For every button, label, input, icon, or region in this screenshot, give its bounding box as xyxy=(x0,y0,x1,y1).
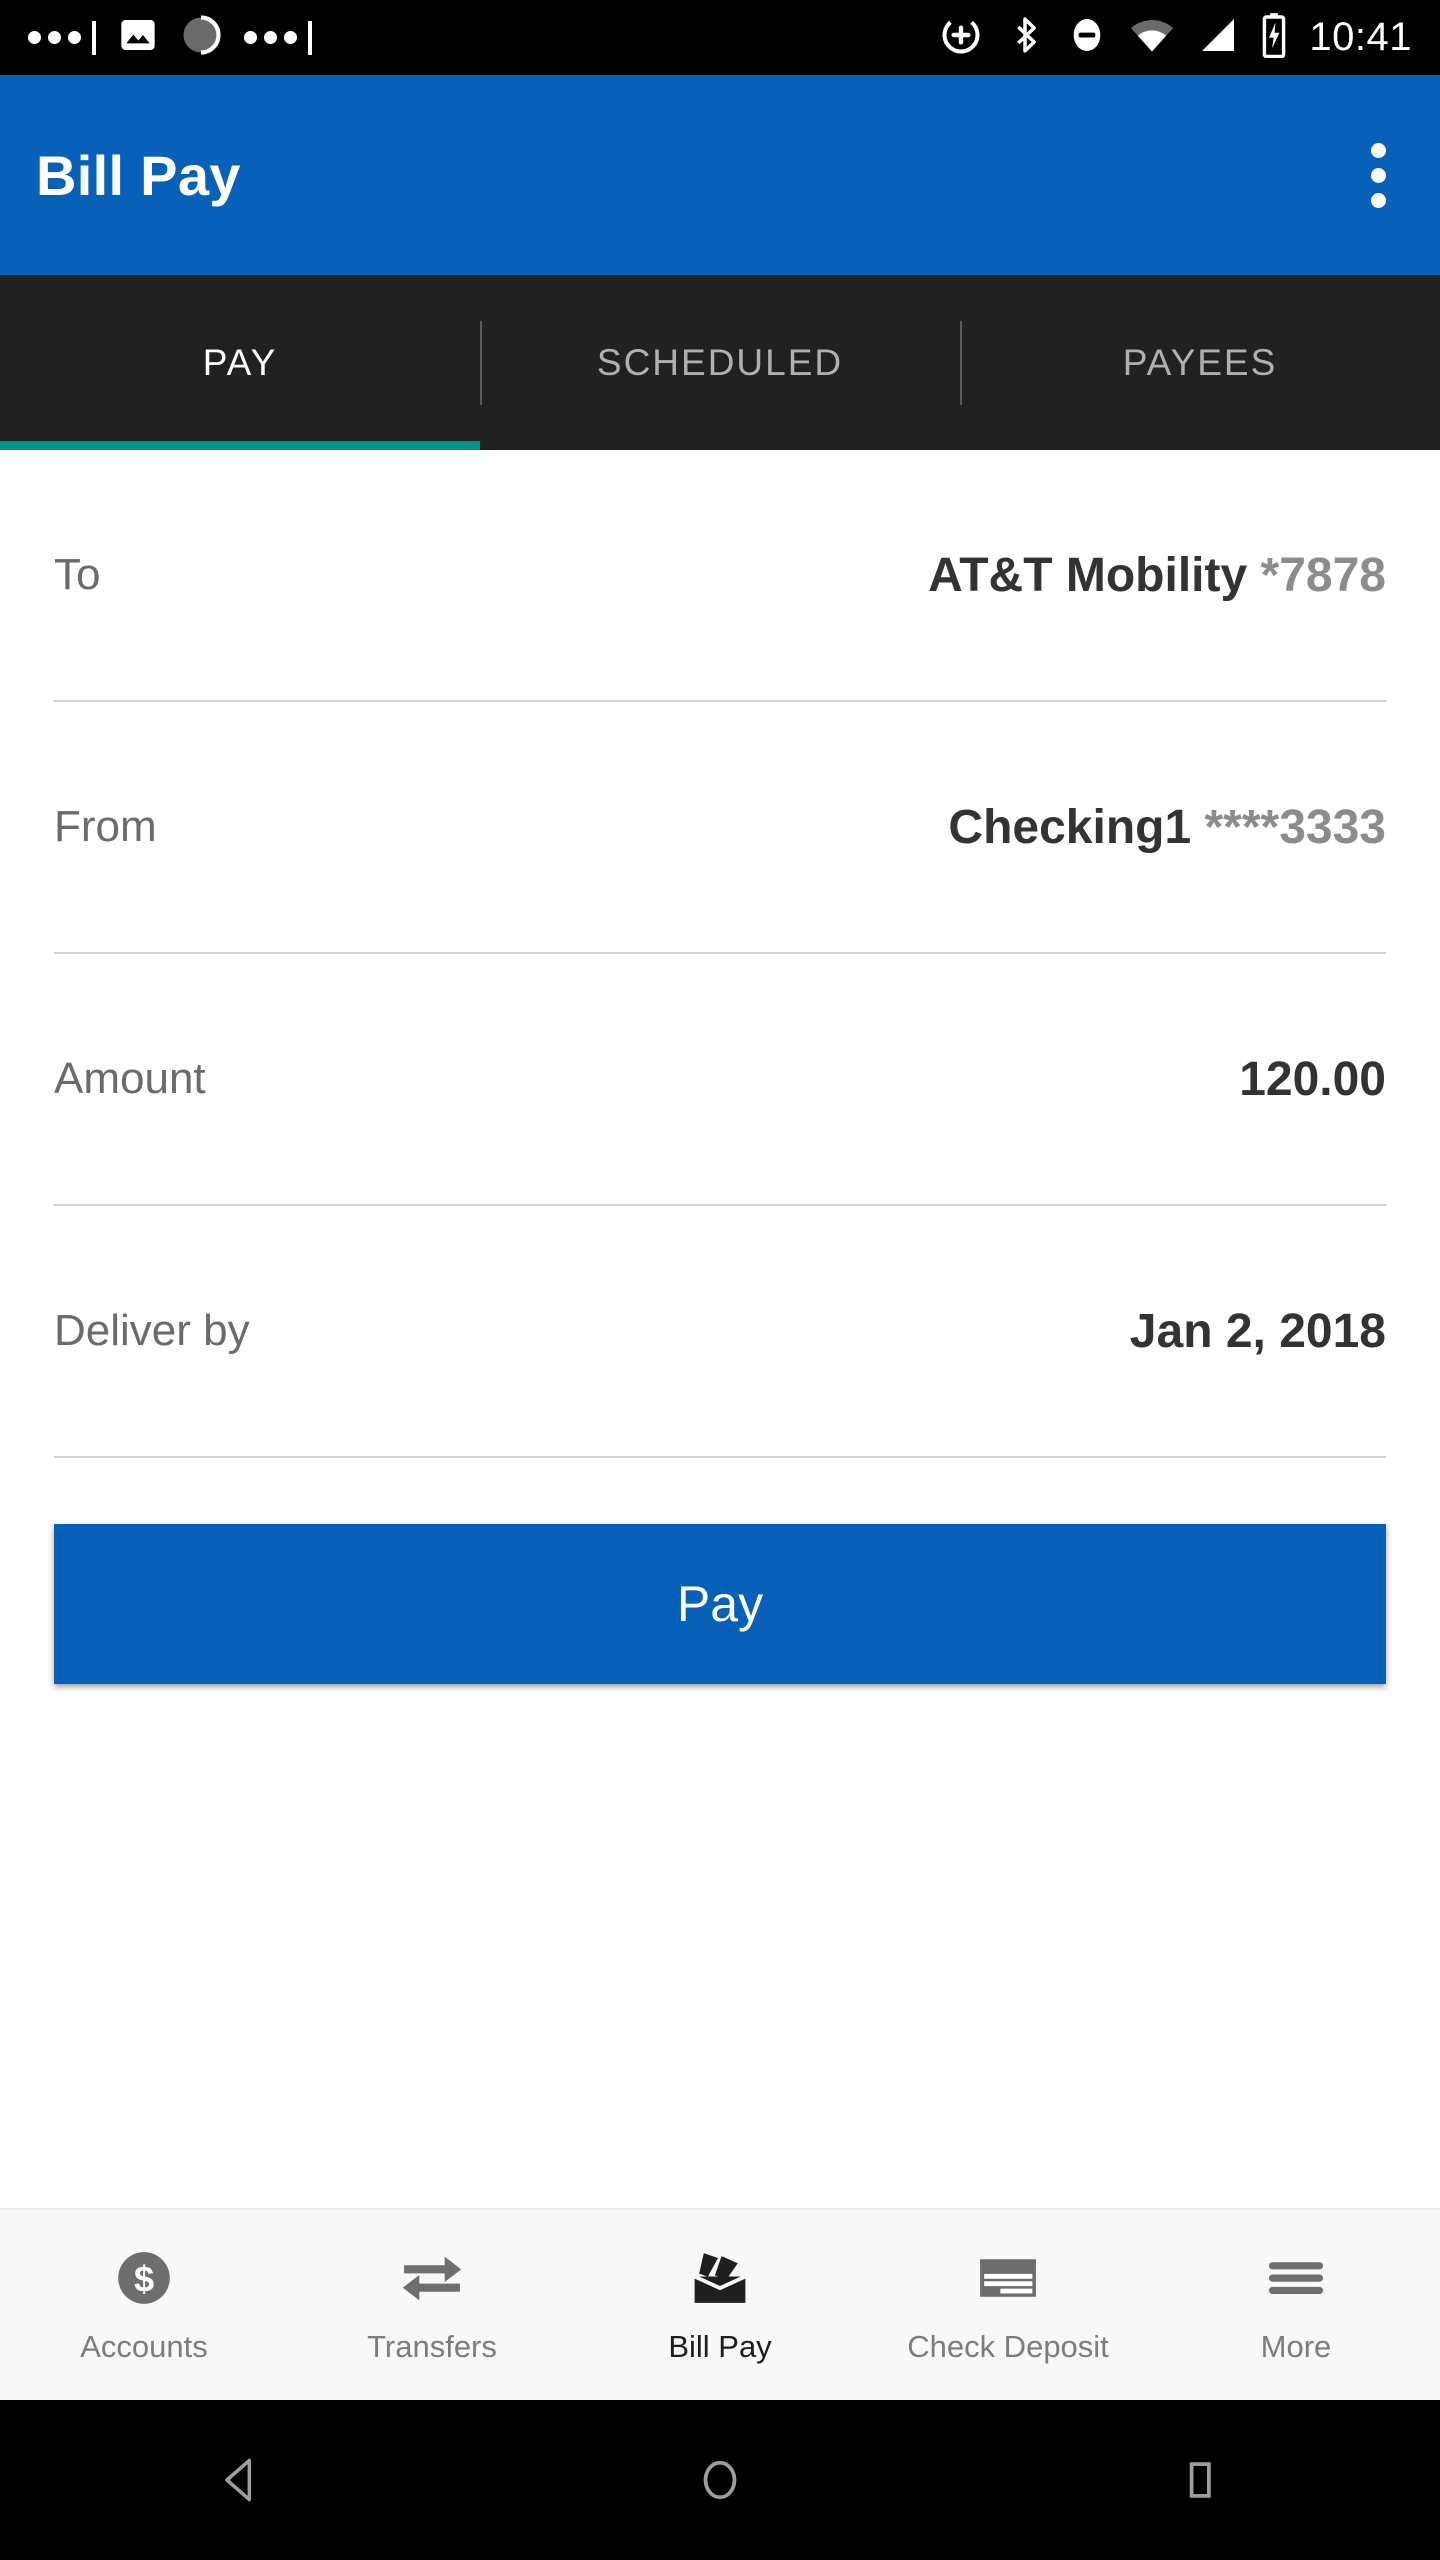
home-circle-icon[interactable] xyxy=(630,2452,810,2508)
row-value-from: Checking1 ****3333 xyxy=(948,800,1386,855)
add-alarm-icon xyxy=(939,13,983,62)
nav-item-bill-pay[interactable]: Bill Pay xyxy=(576,2210,864,2400)
tab-bar: PAY SCHEDULED PAYEES xyxy=(0,275,1440,450)
row-label-amount: Amount xyxy=(54,1054,206,1103)
nav-label-more: More xyxy=(1260,2329,1332,2364)
row-value-amount: 120.00 xyxy=(1239,1052,1386,1106)
bluetooth-icon xyxy=(1005,13,1045,62)
row-label-to: To xyxy=(54,550,101,599)
app-bar: Bill Pay xyxy=(0,75,1440,275)
source-account-name: Checking1 xyxy=(948,800,1192,854)
bottom-navigation: $ Accounts Transfers Bill Pay Check Depo… xyxy=(0,2208,1440,2400)
payee-account-suffix: *7878 xyxy=(1260,548,1386,602)
bill-tray-icon xyxy=(687,2245,753,2311)
more-dots-icon xyxy=(28,20,96,55)
status-bar-left-icons xyxy=(28,14,312,61)
transfer-arrows-icon xyxy=(399,2245,465,2311)
back-triangle-icon[interactable] xyxy=(150,2452,330,2508)
do-not-disturb-icon xyxy=(1067,13,1107,62)
payee-name: AT&T Mobility xyxy=(928,548,1248,602)
row-label-deliver-by: Deliver by xyxy=(54,1306,250,1355)
status-bar-clock: 10:41 xyxy=(1309,15,1412,59)
status-bar-right-icons: 10:41 xyxy=(939,12,1412,63)
source-account-suffix: ****3333 xyxy=(1204,800,1387,854)
nav-item-check-deposit[interactable]: Check Deposit xyxy=(864,2210,1152,2400)
nav-label-check-deposit: Check Deposit xyxy=(907,2329,1109,2364)
svg-text:$: $ xyxy=(134,2258,154,2299)
form-row-to[interactable]: To AT&T Mobility *7878 xyxy=(54,450,1386,702)
check-icon xyxy=(975,2245,1041,2311)
page-title: Bill Pay xyxy=(36,143,241,207)
cellular-signal-icon xyxy=(1197,15,1239,60)
tab-scheduled[interactable]: SCHEDULED xyxy=(480,275,960,450)
form-row-amount[interactable]: Amount 120.00 xyxy=(54,954,1386,1206)
form-row-from[interactable]: From Checking1 ****3333 xyxy=(54,702,1386,954)
more-vertical-icon[interactable] xyxy=(1353,121,1404,230)
recents-square-icon[interactable] xyxy=(1110,2452,1290,2508)
tab-pay[interactable]: PAY xyxy=(0,275,480,450)
wifi-icon xyxy=(1129,15,1175,60)
hamburger-icon xyxy=(1264,2245,1328,2311)
pay-button-container: Pay xyxy=(54,1458,1386,1684)
nav-item-transfers[interactable]: Transfers xyxy=(288,2210,576,2400)
form-row-deliver-by[interactable]: Deliver by Jan 2, 2018 xyxy=(54,1206,1386,1458)
nav-item-accounts[interactable]: $ Accounts xyxy=(0,2210,288,2400)
bill-pay-form: To AT&T Mobility *7878 From Checking1 **… xyxy=(0,450,1440,1684)
tab-payees[interactable]: PAYEES xyxy=(960,275,1440,450)
nav-item-more[interactable]: More xyxy=(1152,2210,1440,2400)
spinner-icon xyxy=(180,14,222,61)
tab-active-indicator xyxy=(0,441,480,450)
android-navigation-bar xyxy=(0,2400,1440,2560)
pay-button[interactable]: Pay xyxy=(54,1524,1386,1684)
nav-label-accounts: Accounts xyxy=(80,2329,208,2364)
battery-charging-icon xyxy=(1261,12,1287,63)
image-icon xyxy=(118,15,158,60)
nav-label-bill-pay: Bill Pay xyxy=(668,2329,772,2364)
status-bar: 10:41 xyxy=(0,0,1440,75)
row-value-to: AT&T Mobility *7878 xyxy=(928,548,1386,603)
row-value-deliver-by: Jan 2, 2018 xyxy=(1129,1304,1386,1358)
dollar-circle-icon: $ xyxy=(113,2245,175,2311)
row-label-from: From xyxy=(54,802,157,851)
more-dots-icon xyxy=(244,20,312,55)
nav-label-transfers: Transfers xyxy=(367,2329,497,2364)
